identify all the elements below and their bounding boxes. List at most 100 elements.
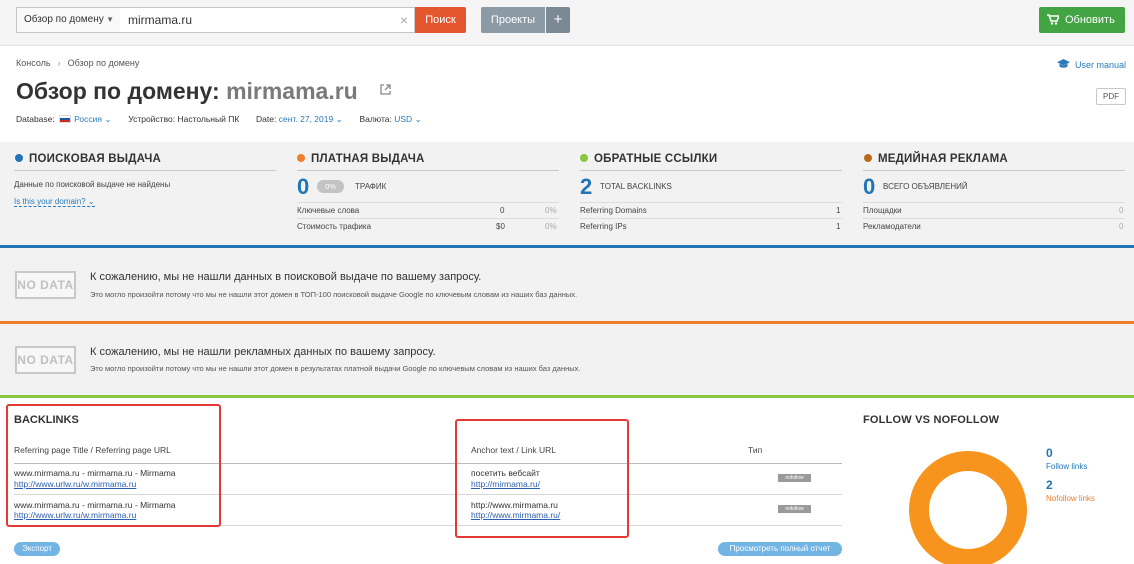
database-select[interactable]: Россия ⌄ — [74, 114, 111, 124]
no-data-badge: NO DATA — [15, 271, 76, 299]
is-this-your-domain-link[interactable]: Is this your domain? ⌄ — [14, 197, 95, 207]
total-ads-label: ВСЕГО ОБЪЯВЛЕНИЙ — [883, 182, 968, 191]
currency-select[interactable]: USD ⌄ — [394, 114, 421, 124]
nofollow-links-label: Nofollow links — [1046, 494, 1095, 503]
external-link-icon[interactable] — [380, 84, 391, 95]
referring-domains-label: Referring Domains — [580, 206, 647, 215]
organic-block-title[interactable]: ПОИСКОВАЯ ВЫДАЧА — [15, 153, 161, 165]
total-backlinks-label: TOTAL BACKLINKS — [600, 182, 672, 191]
paid-no-data-panel — [0, 324, 1134, 395]
organic-divider — [14, 170, 276, 171]
publishers-value: 0 — [1119, 206, 1124, 215]
total-ads-value[interactable]: 0 — [863, 174, 875, 200]
date-label: Date: — [256, 114, 277, 124]
display-title-text: МЕДИЙНАЯ РЕКЛАМА — [878, 153, 1008, 165]
paid-row-keywords-value: 0 — [500, 206, 505, 215]
organic-dot-icon — [15, 154, 23, 162]
paid-row-cost-label: Стоимость трафика — [297, 222, 372, 231]
highlight-box-referring — [6, 404, 221, 527]
breadcrumb-root[interactable]: Консоль — [16, 58, 51, 68]
backlinks-title-text: ОБРАТНЫЕ ССЫЛКИ — [594, 153, 718, 165]
date-select[interactable]: сент. 27, 2019 ⌄ — [279, 114, 343, 124]
page-title: Обзор по домену: mirmama.ru — [16, 78, 358, 105]
paid-title-text: ПЛАТНАЯ ВЫДАЧА — [311, 153, 425, 165]
pdf-button[interactable]: PDF — [1096, 88, 1126, 105]
advertisers-value: 0 — [1119, 222, 1124, 231]
paid-row-keywords-label: Ключевые слова — [297, 206, 360, 215]
paid-divider — [297, 170, 559, 171]
publishers-label: Площадки — [863, 206, 902, 215]
display-dot-icon — [864, 154, 872, 162]
organic-no-data-title: К сожалению, мы не нашли данных в поиско… — [90, 271, 482, 283]
follow-nofollow-donut — [909, 451, 1027, 564]
paid-row-cost-pct: 0% — [545, 222, 557, 231]
paid-row-cost-value: $0 — [496, 222, 505, 231]
device-value: Настольный ПК — [177, 114, 240, 124]
paid-block-title[interactable]: ПЛАТНАЯ ВЫДАЧА — [297, 153, 425, 165]
full-report-button[interactable]: Просмотреть полный отчет — [718, 542, 842, 556]
display-row-divider — [863, 218, 1125, 219]
follow-links-value: 0 — [1046, 446, 1053, 460]
referring-ips-label: Referring IPs — [580, 222, 627, 231]
backlinks-dot-icon — [580, 154, 588, 162]
nofollow-links-value: 2 — [1046, 478, 1053, 492]
paid-no-data-text: Это могло произойти потому что мы не наш… — [90, 364, 581, 373]
report-type-value: Обзор по домену — [24, 14, 104, 25]
total-backlinks-value[interactable]: 2 — [580, 174, 592, 200]
row1-nofollow-badge: nofollow — [778, 474, 811, 482]
backlinks-divider — [580, 170, 842, 171]
update-button[interactable]: Обновить — [1039, 7, 1125, 33]
domain-search-value: mirmama.ru — [128, 13, 193, 27]
add-project-button[interactable]: + — [546, 7, 570, 33]
paid-no-data-title: К сожалению, мы не нашли рекламных данны… — [90, 346, 436, 358]
domain-search-input[interactable]: mirmama.ru × — [120, 7, 415, 33]
page-title-domain: mirmama.ru — [226, 78, 358, 104]
date-value: сент. 27, 2019 — [278, 114, 334, 124]
user-manual-label: User manual — [1075, 60, 1127, 70]
backlinks-section-bar — [0, 395, 1134, 398]
paid-row-divider — [297, 218, 559, 219]
no-data-badge: NO DATA — [15, 346, 76, 374]
search-button[interactable]: Поиск — [415, 7, 466, 33]
backlinks-block-title[interactable]: ОБРАТНЫЕ ССЫЛКИ — [580, 153, 717, 165]
nofollow-donut-segment — [909, 451, 1027, 564]
graduation-cap-icon — [1057, 59, 1070, 68]
paid-traffic-value[interactable]: 0 — [297, 174, 309, 200]
page-title-prefix: Обзор по домену: — [16, 78, 220, 104]
col-header-type: Тип — [748, 445, 763, 455]
paid-row-divider — [297, 202, 559, 203]
currency-label: Валюта: — [359, 114, 392, 124]
advertisers-label: Рекламодатели — [863, 222, 921, 231]
report-settings: Database: Россия ⌄ Устройство: Настольны… — [16, 114, 422, 125]
chevron-right-icon: › — [57, 58, 61, 68]
paid-row-keywords-pct: 0% — [545, 206, 557, 215]
organic-title-text: ПОИСКОВАЯ ВЫДАЧА — [29, 153, 162, 165]
referring-domains-value[interactable]: 1 — [836, 206, 840, 215]
paid-traffic-badge: 0% — [317, 180, 344, 193]
backlinks-row-divider — [580, 202, 842, 203]
database-label: Database: — [16, 114, 55, 124]
chevron-down-icon: ▼ — [106, 15, 114, 24]
breadcrumb-current: Обзор по домену — [67, 58, 140, 68]
display-divider — [863, 170, 1125, 171]
organic-no-data-panel — [0, 248, 1134, 321]
display-row-divider — [863, 202, 1125, 203]
breadcrumb: Консоль › Обзор по домену — [16, 58, 139, 68]
device-label: Устройство: — [128, 114, 176, 124]
backlinks-row-divider — [580, 218, 842, 219]
clear-icon[interactable]: × — [400, 8, 408, 32]
referring-ips-value[interactable]: 1 — [836, 222, 840, 231]
report-type-select[interactable]: Обзор по домену ▼ — [16, 7, 121, 33]
display-block-title[interactable]: МЕДИЙНАЯ РЕКЛАМА — [864, 153, 1008, 165]
user-manual-link[interactable]: User manual — [1057, 59, 1126, 70]
chevron-down-icon: ⌄ — [87, 197, 95, 206]
follow-links-label: Follow links — [1046, 462, 1088, 471]
cart-icon — [1047, 14, 1059, 25]
russia-flag-icon — [59, 115, 72, 123]
projects-button[interactable]: Проекты — [481, 7, 545, 33]
row2-nofollow-badge: nofollow — [778, 505, 811, 513]
paid-traffic-label: ТРАФИК — [355, 182, 387, 191]
update-button-label: Обновить — [1065, 14, 1115, 26]
export-button[interactable]: Экспорт — [14, 542, 60, 556]
is-this-your-domain-label: Is this your domain? — [14, 197, 86, 206]
